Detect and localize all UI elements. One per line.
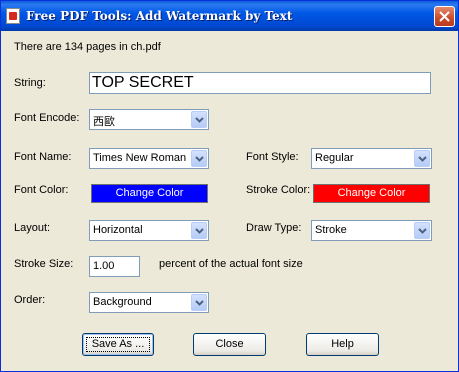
font-encode-value: 西歐: [93, 116, 115, 128]
chevron-down-icon[interactable]: [414, 150, 430, 167]
close-button[interactable]: Close: [193, 333, 266, 356]
help-button[interactable]: Help: [306, 333, 379, 356]
chevron-down-icon[interactable]: [191, 111, 207, 128]
font-name-label: Font Name:: [14, 151, 72, 163]
stroke-size-suffix: percent of the actual font size: [159, 258, 303, 270]
stroke-size-value: 1.00: [93, 260, 115, 272]
chevron-down-icon[interactable]: [191, 150, 207, 167]
pdf-app-icon: [6, 8, 20, 24]
string-input[interactable]: TOP SECRET: [89, 72, 431, 94]
font-color-button[interactable]: Change Color: [91, 184, 208, 203]
order-select[interactable]: Background: [89, 292, 209, 313]
close-window-button[interactable]: [434, 6, 455, 27]
dialog-window: Free PDF Tools: Add Watermark by Text Th…: [0, 0, 459, 372]
chevron-down-icon[interactable]: [191, 294, 207, 311]
font-encode-select[interactable]: 西歐: [89, 109, 209, 130]
font-name-select[interactable]: Times New Roman: [89, 148, 209, 169]
title-bar[interactable]: Free PDF Tools: Add Watermark by Text: [1, 1, 458, 31]
window-title: Free PDF Tools: Add Watermark by Text: [26, 9, 293, 23]
save-as-button[interactable]: Save As ...: [82, 333, 154, 356]
stroke-color-button[interactable]: Change Color: [313, 184, 430, 203]
close-icon: [439, 11, 450, 22]
font-name-value: Times New Roman: [93, 152, 187, 164]
stroke-size-label: Stroke Size:: [14, 258, 74, 270]
string-label: String:: [14, 77, 46, 89]
chevron-down-icon[interactable]: [191, 222, 207, 239]
font-style-select[interactable]: Regular: [311, 148, 432, 169]
draw-type-select[interactable]: Stroke: [311, 220, 432, 241]
order-label: Order:: [14, 294, 46, 306]
stroke-size-input[interactable]: 1.00: [89, 256, 140, 277]
layout-label: Layout:: [14, 222, 51, 234]
stroke-color-label: Stroke Color:: [246, 184, 311, 196]
order-value: Background: [93, 296, 152, 308]
layout-select[interactable]: Horizontal: [89, 220, 209, 241]
page-count-info: There are 134 pages in ch.pdf: [14, 41, 161, 53]
font-color-label: Font Color:: [14, 184, 69, 196]
focus-rectangle: [86, 337, 150, 352]
draw-type-value: Stroke: [315, 224, 347, 236]
font-encode-label: Font Encode:: [14, 112, 80, 124]
draw-type-label: Draw Type:: [246, 222, 302, 234]
chevron-down-icon[interactable]: [414, 222, 430, 239]
font-style-value: Regular: [315, 152, 354, 164]
font-style-label: Font Style:: [246, 151, 299, 163]
layout-value: Horizontal: [93, 224, 143, 236]
